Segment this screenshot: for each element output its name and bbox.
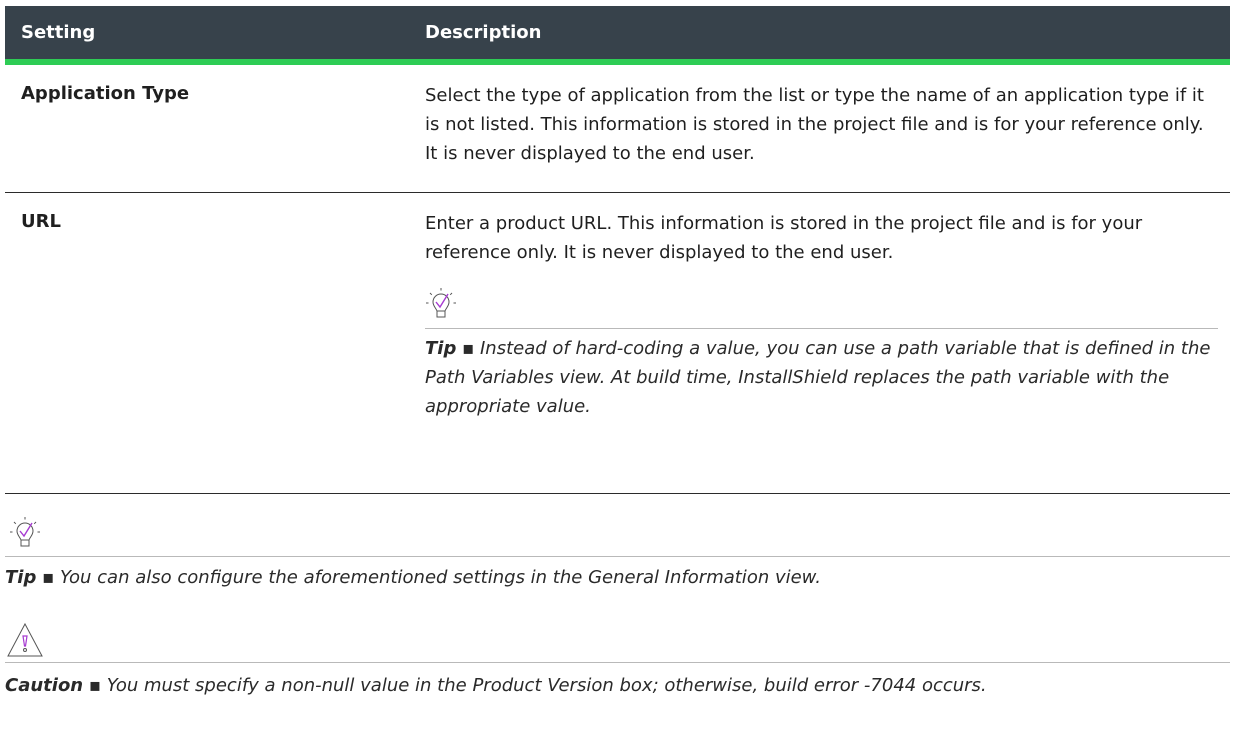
caution-text: You must specify a non-null value in the… <box>106 675 987 696</box>
settings-table: Setting Description Application Type Sel… <box>5 6 1230 494</box>
setting-name: URL <box>21 211 61 232</box>
tip-text: Instead of hard-coding a value, you can … <box>425 338 1211 417</box>
table-row: URL Enter a product URL. This informatio… <box>5 193 1230 494</box>
caution-note: Caution ▪ You must specify a non-null va… <box>5 620 1230 700</box>
header-setting: Setting <box>21 22 96 43</box>
tip-divider <box>5 556 1230 557</box>
table-row: Application Type Select the type of appl… <box>5 65 1230 193</box>
setting-name: Application Type <box>21 83 190 104</box>
tip-label: Tip <box>5 567 37 588</box>
tip-note: Tip ▪ You can also configure the aforeme… <box>5 514 1230 592</box>
setting-description: Enter a product URL. This information is… <box>425 213 1143 263</box>
tip-separator: ▪ <box>36 567 60 588</box>
table-header: Setting Description <box>5 6 1230 65</box>
caution-divider <box>5 662 1230 663</box>
documentation-page: Setting Description Application Type Sel… <box>0 0 1234 732</box>
header-description: Description <box>425 22 542 43</box>
tip-divider <box>425 328 1218 329</box>
tip-note: Tip ▪ Instead of hard-coding a value, yo… <box>425 285 1218 421</box>
tip-label: Tip <box>425 338 457 359</box>
caution-label: Caution <box>5 675 84 696</box>
caution-separator: ▪ <box>83 675 107 696</box>
tip-separator: ▪ <box>456 338 480 359</box>
tip-text: You can also configure the aforementione… <box>60 567 821 588</box>
lightbulb-check-icon <box>426 288 456 318</box>
lightbulb-check-icon <box>10 517 40 547</box>
warning-triangle-icon <box>7 622 43 657</box>
setting-description: Select the type of application from the … <box>425 85 1204 164</box>
